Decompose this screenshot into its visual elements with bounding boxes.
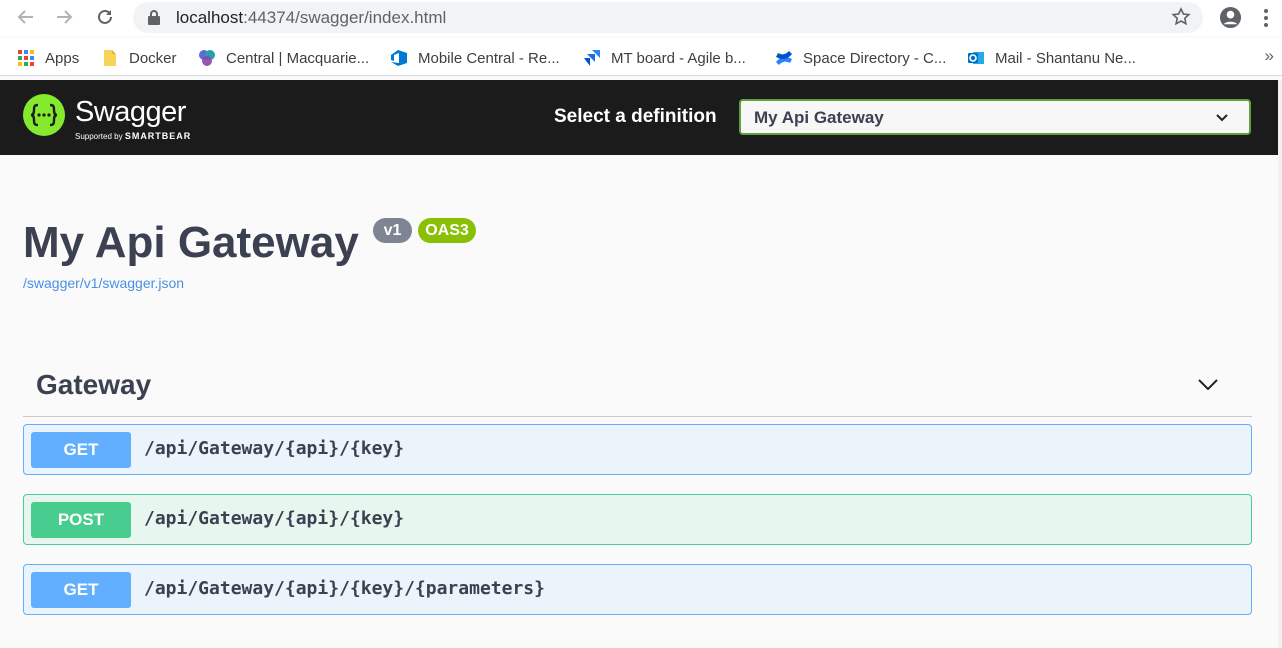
- address-bar[interactable]: localhost:44374/swagger/index.html: [133, 2, 1203, 33]
- page-scrollbar[interactable]: [1278, 80, 1282, 648]
- tag-divider: [23, 416, 1252, 417]
- central-logo-icon: [199, 50, 215, 66]
- azure-devops-icon: [391, 50, 407, 66]
- select-definition-label: Select a definition: [554, 106, 717, 127]
- logo-sub-brand: SMARTBEAR: [124, 131, 192, 141]
- oas-badge: OAS3: [418, 218, 476, 243]
- operation-path: /api/Gateway/{api}/{key}: [144, 438, 405, 459]
- back-button[interactable]: [12, 5, 38, 29]
- bookmarks-bar: Apps Docker Central | Macquarie... Mobil…: [0, 38, 1282, 76]
- bookmark-star-icon[interactable]: [1171, 7, 1191, 27]
- bookmark-apps[interactable]: Apps: [17, 47, 79, 69]
- bookmark-central[interactable]: Central | Macquarie...: [198, 47, 369, 69]
- account-icon[interactable]: [1219, 6, 1242, 29]
- swagger-logo-text: Swagger: [75, 96, 186, 128]
- method-badge-get: GET: [31, 572, 131, 608]
- folder-icon: [104, 50, 116, 66]
- reload-icon: [98, 9, 112, 24]
- tag-title-gateway[interactable]: Gateway: [36, 369, 151, 401]
- bookmark-label: Docker: [129, 49, 177, 67]
- bookmark-label: Central | Macquarie...: [226, 49, 370, 67]
- chevron-down-icon[interactable]: [1196, 375, 1220, 393]
- definition-selected-value: My Api Gateway: [754, 108, 884, 127]
- swagger-json-link[interactable]: /swagger/v1/swagger.json: [23, 275, 184, 291]
- swagger-braces-icon: [30, 103, 58, 127]
- chevron-down-icon: [1216, 114, 1228, 122]
- confluence-icon: [776, 51, 792, 65]
- operation-get-api-key[interactable]: GET /api/Gateway/{api}/{key}: [23, 424, 1252, 475]
- swagger-logo-icon[interactable]: [23, 94, 65, 136]
- bookmark-label: MT board - Agile b...: [611, 49, 746, 67]
- bookmark-label: Space Directory - C...: [803, 49, 947, 67]
- url-path: :44374/swagger/index.html: [243, 8, 447, 27]
- method-badge-get: GET: [31, 432, 131, 468]
- definition-select[interactable]: My Api Gateway: [739, 99, 1251, 135]
- arrow-left-icon: [17, 10, 33, 24]
- url-host: localhost: [176, 8, 244, 27]
- operation-get-api-key-parameters[interactable]: GET /api/Gateway/{api}/{key}/{parameters…: [23, 564, 1252, 615]
- outlook-icon: [968, 52, 984, 64]
- lock-icon: [148, 10, 160, 25]
- bookmarks-overflow-button[interactable]: »: [1265, 46, 1274, 66]
- operation-path: /api/Gateway/{api}/{key}: [144, 508, 405, 529]
- apps-grid-icon: [18, 50, 34, 66]
- url-text: localhost:44374/swagger/index.html: [176, 8, 446, 28]
- bookmark-label: Mail - Shantanu Ne...: [995, 49, 1136, 67]
- bookmark-space-directory[interactable]: Space Directory - C...: [775, 47, 946, 69]
- operation-path: /api/Gateway/{api}/{key}/{parameters}: [144, 578, 545, 599]
- method-badge-post: POST: [31, 502, 131, 538]
- logo-sub-prefix: Supported by: [75, 132, 125, 141]
- bookmark-mt-board[interactable]: MT board - Agile b...: [583, 47, 746, 69]
- reload-button[interactable]: [92, 5, 118, 29]
- bookmark-label: Apps: [45, 49, 80, 67]
- bookmark-label: Mobile Central - Re...: [418, 49, 560, 67]
- bookmark-mail[interactable]: Mail - Shantanu Ne...: [967, 47, 1136, 69]
- api-title: My Api Gateway: [23, 218, 359, 267]
- bookmark-docker[interactable]: Docker: [101, 47, 177, 69]
- swagger-topbar: Swagger Supported by SMARTBEAR Select a …: [0, 80, 1278, 155]
- swagger-logo-subtitle: Supported by SMARTBEAR: [75, 131, 191, 141]
- forward-button[interactable]: [52, 5, 78, 29]
- arrow-right-icon: [57, 10, 73, 24]
- kebab-menu-icon[interactable]: [1262, 8, 1270, 28]
- operation-post-api-key[interactable]: POST /api/Gateway/{api}/{key}: [23, 494, 1252, 545]
- jira-icon: [584, 50, 600, 66]
- bookmark-mobile-central[interactable]: Mobile Central - Re...: [390, 47, 560, 69]
- browser-toolbar: localhost:44374/swagger/index.html: [0, 0, 1282, 36]
- version-badge: v1: [373, 218, 412, 243]
